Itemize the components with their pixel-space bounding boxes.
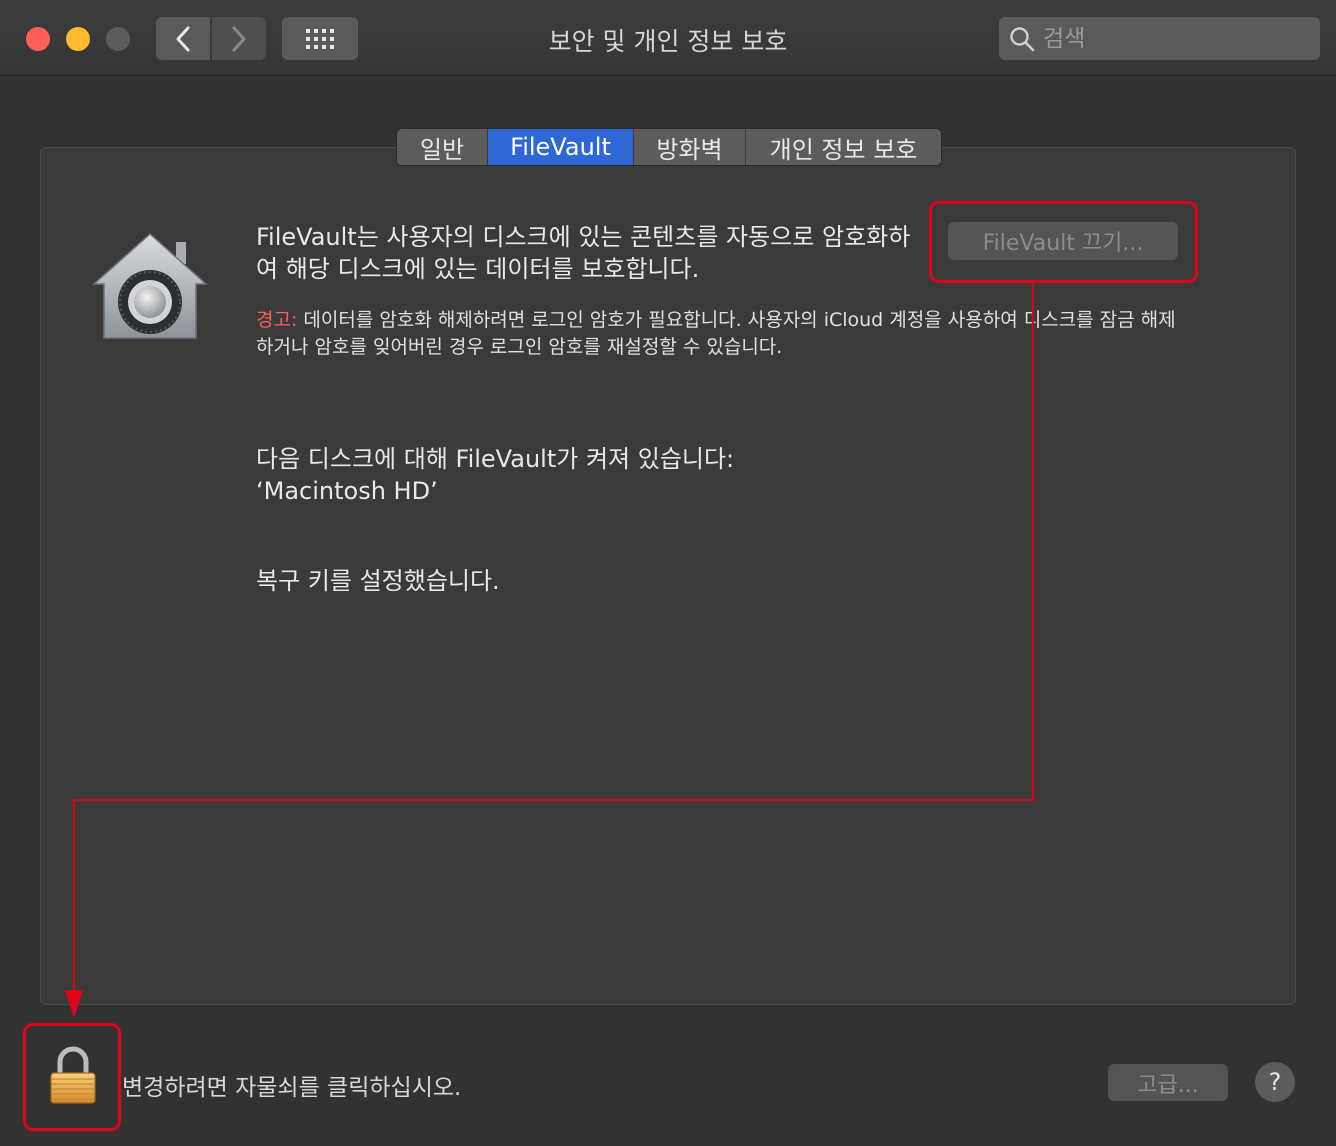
warning-label: 경고: — [256, 309, 298, 331]
filevault-description: FileVault는 사용자의 디스크에 있는 콘텐츠를 자동으로 암호화하여 … — [256, 223, 911, 283]
warning-text: 데이터를 암호화 해제하려면 로그인 암호가 필요합니다. 사용자의 iClou… — [256, 309, 1176, 358]
back-button[interactable] — [156, 17, 210, 60]
status-line: 다음 디스크에 대해 FileVault가 켜져 있습니다: — [256, 445, 735, 473]
recovery-key-status: 복구 키를 설정했습니다. — [256, 567, 500, 595]
warning-message: 경고: 데이터를 암호화 해제하려면 로그인 암호가 필요합니다. 사용자의 i… — [256, 307, 1186, 361]
nav-buttons — [156, 17, 266, 60]
magnifier-icon — [1010, 26, 1035, 51]
title-bar: 보안 및 개인 정보 보호 — [0, 0, 1336, 76]
search-field[interactable] — [999, 17, 1320, 60]
zoom-window-button[interactable] — [106, 27, 130, 51]
tab-bar: 일반 FileVault 방화벽 개인 정보 보호 — [396, 128, 942, 166]
padlock-icon[interactable] — [48, 1046, 98, 1106]
disk-name: ‘Macintosh HD’ — [256, 477, 438, 505]
search-input[interactable] — [1043, 25, 1303, 52]
tab-privacy[interactable]: 개인 정보 보호 — [746, 129, 941, 165]
filevault-status: 다음 디스크에 대해 FileVault가 켜져 있습니다: ‘Macintos… — [256, 443, 956, 507]
chevron-right-icon — [232, 26, 246, 51]
turn-off-filevault-button[interactable]: FileVault 끄기... — [948, 222, 1178, 260]
close-window-button[interactable] — [26, 27, 50, 51]
advanced-button[interactable]: 고급... — [1108, 1064, 1228, 1101]
tab-general[interactable]: 일반 — [397, 129, 488, 165]
minimize-window-button[interactable] — [66, 27, 90, 51]
window-title: 보안 및 개인 정보 보호 — [548, 27, 788, 56]
help-button[interactable]: ? — [1255, 1062, 1295, 1102]
lock-instruction-text: 변경하려면 자물쇠를 클릭하십시오. — [122, 1075, 462, 1101]
tab-filevault[interactable]: FileVault — [488, 129, 634, 165]
chevron-left-icon — [176, 26, 190, 51]
grid-icon — [306, 28, 334, 49]
filevault-house-icon — [92, 232, 208, 339]
tab-firewall[interactable]: 방화벽 — [634, 129, 746, 165]
forward-button[interactable] — [212, 17, 266, 60]
show-all-button[interactable] — [282, 17, 358, 60]
